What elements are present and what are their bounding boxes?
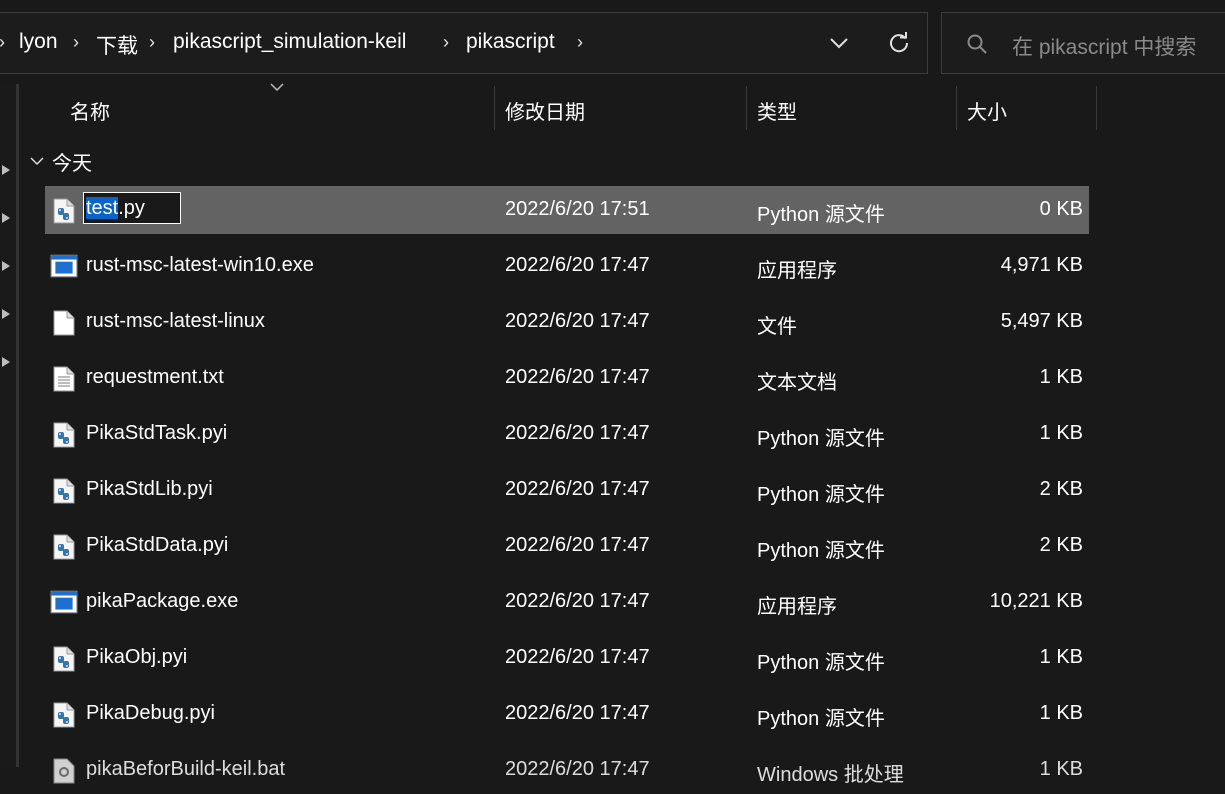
file-row[interactable]: PikaObj.pyi 2022/6/20 17:47 Python 源文件 1 KB: [45, 634, 1089, 682]
breadcrumb-separator[interactable]: ›: [73, 32, 79, 53]
file-date-modified: 2022/6/20 17:47: [505, 366, 650, 388]
file-size: 1 KB: [1039, 366, 1083, 388]
file-size: 1 KB: [1039, 758, 1083, 780]
group-header-today[interactable]: 今天: [30, 146, 92, 176]
breadcrumb-lyon[interactable]: lyon: [19, 30, 58, 54]
file-row[interactable]: PikaStdLib.pyi 2022/6/20 17:47 Python 源文件 2…: [45, 466, 1089, 514]
file-type: Python 源文件: [757, 652, 885, 674]
navigation-pane[interactable]: [0, 84, 17, 767]
file-date-modified: 2022/6/20 17:47: [505, 590, 650, 612]
tree-expand-arrow-icon[interactable]: [2, 357, 10, 367]
file-name: requestment.txt: [86, 366, 224, 388]
file-date-modified: 2022/6/20 17:51: [505, 198, 650, 220]
file-type: Python 源文件: [757, 204, 885, 226]
column-divider[interactable]: [956, 86, 957, 130]
collapse-chevron-icon: [30, 157, 44, 166]
column-header-type[interactable]: 类型: [757, 96, 797, 125]
file-row[interactable]: PikaDebug.pyi 2022/6/20 17:47 Python 源文件 1 …: [45, 690, 1089, 738]
rename-input[interactable]: test.py: [83, 192, 181, 224]
breadcrumb-pikascript-simulation-keil[interactable]: pikascript_simulation-keil: [173, 30, 406, 54]
breadcrumb-downloads[interactable]: 下载: [96, 30, 138, 60]
file-size: 5,497 KB: [1000, 310, 1083, 332]
file-row[interactable]: PikaStdTask.pyi 2022/6/20 17:47 Python 源文件…: [45, 410, 1089, 458]
file-type: Python 源文件: [757, 708, 885, 730]
file-date-modified: 2022/6/20 17:47: [505, 478, 650, 500]
file-name: pikaBeforBuild-keil.bat: [86, 758, 285, 780]
rename-extension-text: .py: [118, 197, 145, 219]
file-name: PikaStdData.pyi: [86, 534, 229, 556]
file-type: Python 源文件: [757, 540, 885, 562]
column-header-date-modified[interactable]: 修改日期: [505, 96, 585, 125]
column-divider[interactable]: [494, 86, 495, 130]
search-box[interactable]: 在 pikascript 中搜索: [941, 12, 1225, 74]
file-size: 1 KB: [1039, 702, 1083, 724]
breadcrumb-separator[interactable]: ›: [149, 32, 155, 53]
file-name: PikaObj.pyi: [86, 646, 188, 668]
file-type: Python 源文件: [757, 428, 885, 450]
file-name: rust-msc-latest-linux: [86, 310, 265, 332]
file-row[interactable]: rust-msc-latest-win10.exe 2022/6/20 17:47…: [45, 242, 1089, 290]
file-name: PikaStdLib.pyi: [86, 478, 213, 500]
breadcrumb-separator[interactable]: ›: [577, 32, 583, 53]
file-size: 1 KB: [1039, 646, 1083, 668]
column-header-name[interactable]: 名称: [70, 96, 110, 125]
file-type: 应用程序: [757, 260, 837, 282]
tree-expand-arrow-icon[interactable]: [2, 165, 10, 175]
file-type: Windows 批处理: [757, 764, 904, 786]
column-divider[interactable]: [1096, 86, 1097, 130]
file-date-modified: 2022/6/20 17:47: [505, 310, 650, 332]
column-header-size[interactable]: 大小: [967, 96, 1007, 125]
file-name: PikaDebug.pyi: [86, 702, 215, 724]
file-name: pikaPackage.exe: [86, 590, 239, 612]
file-date-modified: 2022/6/20 17:47: [505, 702, 650, 724]
breadcrumb-pikascript[interactable]: pikascript: [466, 30, 555, 54]
pane-splitter[interactable]: [16, 84, 19, 767]
file-row[interactable]: pikaPackage.exe 2022/6/20 17:47 应用程序 10,221…: [45, 578, 1089, 626]
file-date-modified: 2022/6/20 17:47: [505, 422, 650, 444]
sort-descending-icon: [270, 83, 284, 91]
address-bar[interactable]: › lyon › 下载 › pikascript_simulation-keil…: [0, 12, 928, 74]
file-type: 应用程序: [757, 596, 837, 618]
file-type: 文件: [757, 316, 797, 338]
chevron-down-icon: [830, 38, 848, 49]
file-row[interactable]: test.py 2022/6/20 17:51 Python 源文件 0 KB: [45, 186, 1089, 234]
tree-expand-arrow-icon[interactable]: [2, 261, 10, 271]
address-history-dropdown-button[interactable]: [825, 29, 853, 57]
file-name: rust-msc-latest-win10.exe: [86, 254, 314, 276]
tree-expand-arrow-icon[interactable]: [2, 309, 10, 319]
search-input[interactable]: 在 pikascript 中搜索: [1012, 31, 1196, 61]
tree-expand-arrow-icon[interactable]: [2, 213, 10, 223]
file-size: 10,221 KB: [989, 590, 1083, 612]
file-date-modified: 2022/6/20 17:47: [505, 534, 650, 556]
rename-selected-text: test: [86, 197, 119, 219]
breadcrumb-separator[interactable]: ›: [443, 32, 449, 53]
file-row[interactable]: requestment.txt 2022/6/20 17:47 文本文档 1 KB: [45, 354, 1089, 402]
search-icon: [967, 34, 987, 54]
file-row[interactable]: PikaStdData.pyi 2022/6/20 17:47 Python 源文件…: [45, 522, 1089, 570]
file-size: 0 KB: [1039, 198, 1083, 220]
file-date-modified: 2022/6/20 17:47: [505, 254, 650, 276]
column-divider[interactable]: [746, 86, 747, 130]
file-name: PikaStdTask.pyi: [86, 422, 228, 444]
file-size: 2 KB: [1039, 534, 1083, 556]
file-size: 1 KB: [1039, 422, 1083, 444]
file-row[interactable]: rust-msc-latest-linux 2022/6/20 17:47 文件 5,…: [45, 298, 1089, 346]
group-label: 今天: [52, 152, 92, 175]
file-size: 2 KB: [1039, 478, 1083, 500]
breadcrumb-separator: ›: [0, 32, 5, 53]
file-size: 4,971 KB: [1000, 254, 1083, 276]
refresh-icon: [890, 32, 909, 53]
file-type: Python 源文件: [757, 484, 885, 506]
file-date-modified: 2022/6/20 17:47: [505, 646, 650, 668]
refresh-button[interactable]: [885, 29, 913, 57]
file-type: 文本文档: [757, 372, 837, 394]
file-row[interactable]: pikaBeforBuild-keil.bat 2022/6/20 17:47 Wi…: [45, 746, 1089, 794]
file-date-modified: 2022/6/20 17:47: [505, 758, 650, 780]
